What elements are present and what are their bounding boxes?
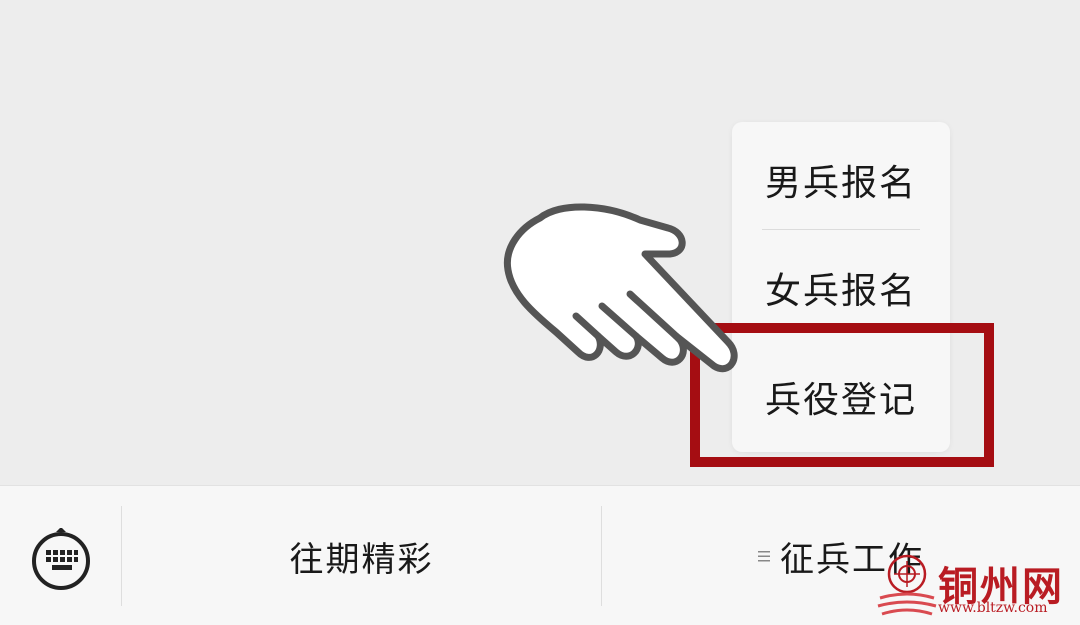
submenu-divider <box>762 229 920 230</box>
menu-button-past-highlights[interactable]: 往期精彩 <box>122 486 601 625</box>
site-logo-icon <box>877 554 937 616</box>
list-icon <box>758 551 770 562</box>
keyboard-toggle-button[interactable] <box>0 486 120 625</box>
wechat-menu-screen: 男兵报名 女兵报名 兵役登记 往期精彩 征兵工作 铜州网 www.bltzw.c… <box>0 0 1080 625</box>
menu-button-label: 往期精彩 <box>289 539 434 580</box>
watermark-url: www.bltzw.com <box>938 600 1048 616</box>
keyboard-icon <box>32 528 90 590</box>
pointing-hand-icon <box>503 203 738 372</box>
site-watermark: 铜州网 www.bltzw.com <box>876 550 1076 622</box>
